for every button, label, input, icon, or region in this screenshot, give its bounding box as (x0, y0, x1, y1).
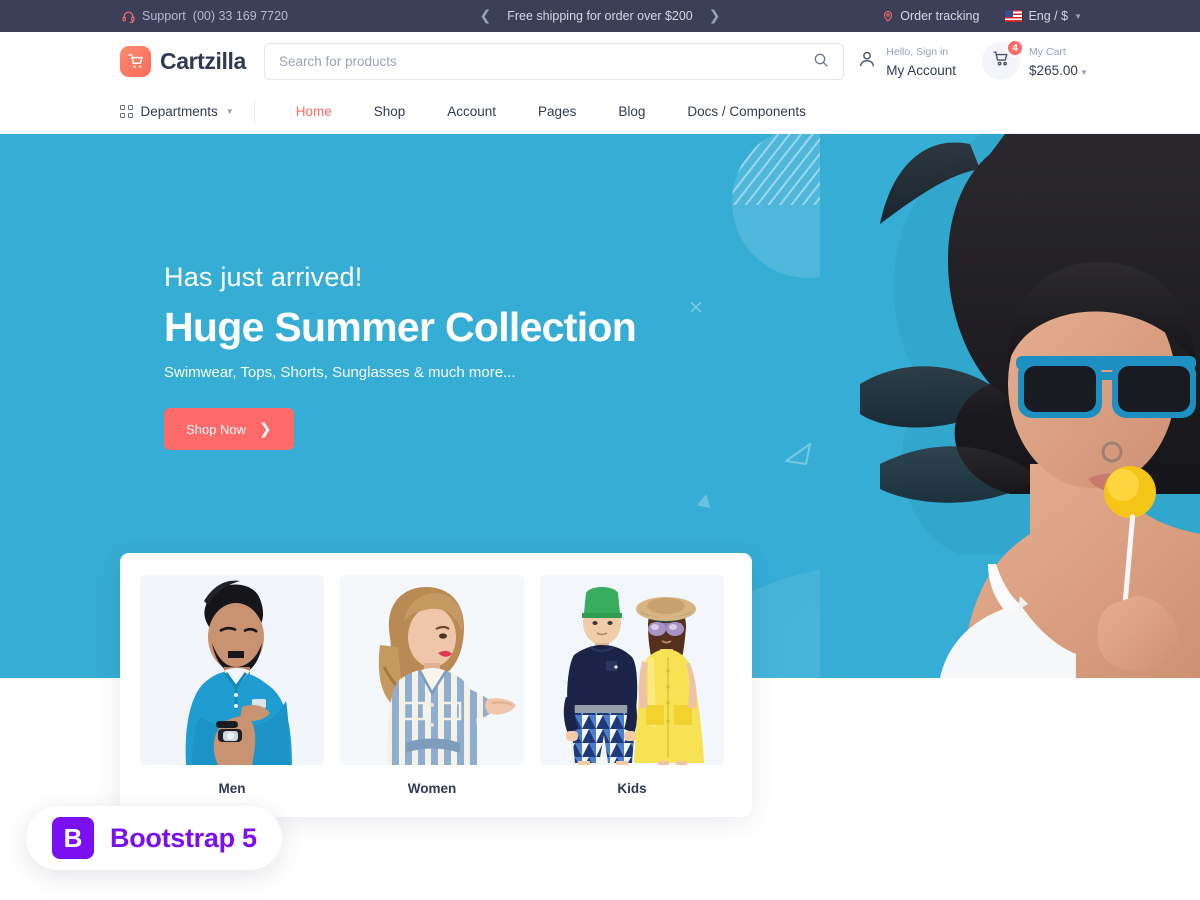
nav-links: Home Shop Account Pages Blog Docs / Comp… (275, 104, 827, 119)
hero-content: Has just arrived! Huge Summer Collection… (164, 262, 704, 451)
nav-link-docs[interactable]: Docs / Components (666, 104, 827, 119)
support-info[interactable]: Support (00) 33 169 7720 (122, 9, 288, 23)
woman-in-striped-shirt-photo (340, 575, 524, 765)
man-in-blue-polo-shirt-photo (140, 575, 324, 765)
nav-link-blog[interactable]: Blog (597, 104, 666, 119)
category-item-kids[interactable]: Kids (540, 575, 724, 817)
cart-total: $265.00 (1029, 63, 1078, 78)
search-bar[interactable] (264, 42, 844, 80)
category-item-women[interactable]: Women (340, 575, 524, 817)
search-icon (813, 52, 829, 71)
search-input[interactable] (279, 53, 813, 69)
account-greeting: Hello, Sign in (886, 46, 949, 58)
cart-button[interactable]: 4 (982, 39, 1025, 80)
nav-link-account[interactable]: Account (426, 104, 517, 119)
support-label: Support (142, 9, 186, 23)
headset-icon (122, 10, 135, 23)
departments-menu[interactable]: Departments ▼ (120, 100, 255, 123)
grid-2x2-icon (120, 105, 133, 118)
promo-text: Free shipping for order over $200 (507, 9, 693, 23)
category-item-men[interactable]: Men (140, 575, 324, 817)
promo-carousel: ❮ Free shipping for order over $200 ❯ (480, 9, 721, 23)
nav-link-shop[interactable]: Shop (353, 104, 427, 119)
map-pin-icon (882, 10, 894, 22)
category-label-men: Men (218, 781, 246, 796)
cart-link[interactable]: 4 My Cart $265.00 ▼ (982, 39, 1088, 81)
order-tracking-label: Order tracking (900, 9, 980, 23)
account-label: My Account (886, 63, 957, 78)
caret-down-icon: ▼ (1074, 11, 1082, 21)
logo[interactable]: Cartzilla (120, 45, 246, 77)
hero-title: Huge Summer Collection (164, 304, 637, 350)
nav-link-home[interactable]: Home (275, 104, 353, 119)
nav-link-pages[interactable]: Pages (517, 104, 597, 119)
promo-next-icon[interactable]: ❯ (709, 9, 721, 23)
support-phone[interactable]: (00) 33 169 7720 (193, 9, 288, 23)
us-flag-icon (1005, 10, 1023, 22)
chevron-right-icon: ❯ (258, 420, 272, 439)
bootstrap-badge[interactable]: B Bootstrap 5 (26, 806, 282, 870)
shopping-cart-logo-icon (120, 45, 151, 77)
shop-now-label: Shop Now (186, 421, 246, 437)
logo-text: Cartzilla (160, 47, 246, 74)
shop-now-button[interactable]: Shop Now ❯ (164, 408, 294, 451)
user-icon (857, 49, 877, 74)
category-label-women: Women (407, 781, 457, 796)
search-button[interactable] (813, 52, 829, 71)
hero-subtitle: Swimwear, Tops, Shorts, Sunglasses & muc… (164, 364, 516, 382)
two-children-in-summer-clothes-photo (540, 575, 724, 765)
account-link[interactable]: Hello, Sign in My Account (857, 41, 956, 81)
bootstrap-badge-label: Bootstrap 5 (110, 822, 257, 853)
locale-label: Eng / $ (1028, 9, 1069, 23)
departments-label: Departments (140, 104, 218, 119)
hero-kicker: Has just arrived! (164, 262, 363, 292)
cart-badge: 4 (1006, 39, 1025, 57)
caret-down-icon: ▼ (1077, 68, 1088, 77)
cart-label: My Cart (1029, 46, 1066, 58)
category-card: Men Women Kids (120, 553, 752, 817)
caret-down-icon: ▼ (225, 107, 234, 116)
bootstrap-logo-icon: B (52, 817, 94, 859)
top-bar: Support (00) 33 169 7720 ❮ Free shipping… (0, 0, 1200, 32)
top-bar-right: Order tracking Eng / $ ▼ (882, 9, 1082, 23)
promo-prev-icon[interactable]: ❮ (480, 9, 492, 23)
main-navigation: Departments ▼ Home Shop Account Pages Bl… (0, 90, 1200, 134)
category-label-kids: Kids (617, 781, 647, 796)
locale-selector[interactable]: Eng / $ ▼ (1005, 9, 1082, 23)
hero-photo (820, 134, 1200, 678)
site-header: Cartzilla Hello, Sign in My Account (0, 32, 1200, 90)
order-tracking-link[interactable]: Order tracking (882, 9, 979, 23)
header-actions: Hello, Sign in My Account 4 My Cart $265… (857, 39, 1088, 81)
